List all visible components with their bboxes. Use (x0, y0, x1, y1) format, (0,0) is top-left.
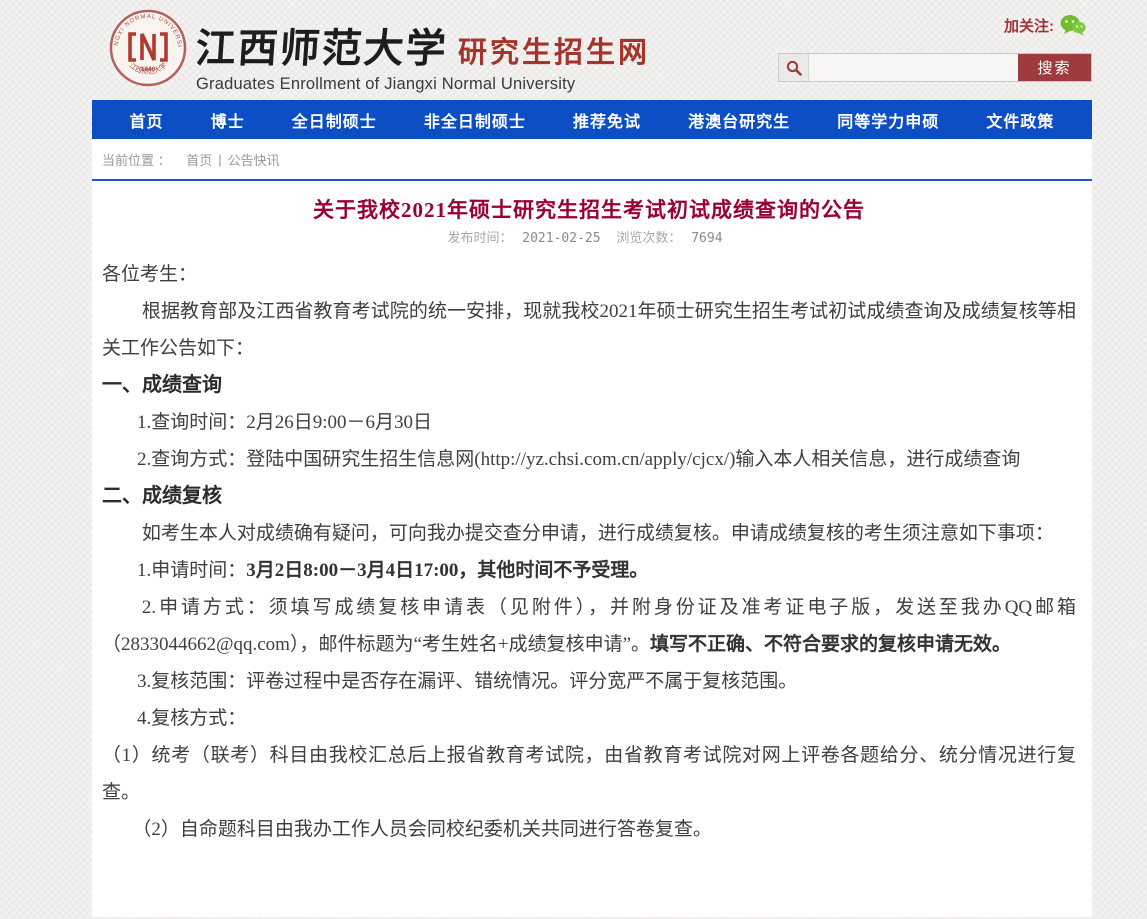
section2-item3: 3.复核范围：评卷过程中是否存在漏评、错统情况。评分宽严不属于复核范围。 (102, 663, 1076, 700)
article: 关于我校2021年硕士研究生招生考试初试成绩查询的公告 发布时间： 2021-0… (92, 181, 1092, 917)
breadcrumb-separator: | (218, 152, 221, 167)
nav-item-doctoral[interactable]: 博士 (211, 108, 245, 132)
search-icon (786, 60, 802, 76)
nav-item-home[interactable]: 首页 (130, 108, 164, 132)
page-column: JIANGXI NORMAL UNIVERSITY 1940 江西师范大学 江西… (92, 0, 1092, 917)
follow-us: 加关注: (1004, 14, 1086, 36)
section2-item2: 2.申请方式：须填写成绩复核申请表（见附件），并附身份证及准考证电子版，发送至我… (102, 589, 1076, 663)
view-count-value: 7694 (691, 231, 722, 246)
breadcrumb-label: 当前位置 ： (102, 150, 171, 169)
nav-item-policies[interactable]: 文件政策 (986, 108, 1054, 132)
university-seal-logo: JIANGXI NORMAL UNIVERSITY 1940 江西师范大学 (108, 8, 188, 88)
nav-item-hk-macao-taiwan[interactable]: 港澳台研究生 (688, 108, 790, 132)
section2-item2-bold: 填写不正确、不符合要求的复核申请无效。 (650, 634, 1011, 655)
nav-item-equivalent-degree[interactable]: 同等学力申硕 (837, 108, 939, 132)
site-header: JIANGXI NORMAL UNIVERSITY 1940 江西师范大学 江西… (92, 0, 1092, 100)
article-meta: 发布时间： 2021-02-25 浏览次数： 7694 (102, 230, 1076, 248)
search-icon-cell (779, 54, 809, 81)
search-button[interactable]: 搜索 (1018, 54, 1091, 81)
site-brand: 江西师范大学 研究生招生网 Graduates Enrollment of Ji… (196, 16, 650, 94)
paragraph-intro: 根据教育部及江西省教育考试院的统一安排，现就我校2021年硕士研究生招生考试初试… (102, 293, 1076, 367)
article-body: 各位考生： 根据教育部及江西省教育考试院的统一安排，现就我校2021年硕士研究生… (102, 256, 1076, 848)
follow-label: 加关注: (1004, 15, 1054, 36)
nav-item-parttime-masters[interactable]: 非全日制硕士 (424, 108, 526, 132)
section2-heading: 二、成绩复核 (102, 478, 1076, 515)
section2-item4: 4.复核方式： (102, 700, 1076, 737)
publish-time-label: 发布时间： (447, 231, 512, 246)
section2-intro: 如考生本人对成绩确有疑问，可向我办提交查分申请，进行成绩复核。申请成绩复核的考生… (102, 515, 1076, 552)
section2-item1-label: 1.申请时间： (137, 560, 246, 581)
section1-item2: 2.查询方式：登陆中国研究生招生信息网(http://yz.chsi.com.c… (102, 441, 1076, 478)
section2-item1-bold: 3月2日8:00－3月4日17:00，其他时间不予受理。 (246, 560, 648, 581)
nav-item-exempt-recommendation[interactable]: 推荐免试 (573, 108, 641, 132)
wechat-icon[interactable] (1060, 14, 1086, 36)
breadcrumb: 当前位置 ： 首页 | 公告快讯 (92, 139, 1092, 181)
section1-heading: 一、成绩查询 (102, 367, 1076, 404)
site-title-suffix: 研究生招生网 (458, 29, 650, 71)
breadcrumb-section-link[interactable]: 公告快讯 (228, 150, 280, 169)
article-title: 关于我校2021年硕士研究生招生考试初试成绩查询的公告 (102, 195, 1076, 225)
section2-item4-sub2: （2）自命题科目由我办工作人员会同校纪委机关共同进行答卷复查。 (102, 811, 1076, 848)
view-count-label: 浏览次数： (616, 231, 681, 246)
site-title-chinese: 江西师范大学 (194, 16, 450, 74)
publish-time-value: 2021-02-25 (522, 231, 600, 246)
site-title-english: Graduates Enrollment of Jiangxi Normal U… (196, 75, 650, 94)
section2-item4-sub1: （1）统考（联考）科目由我校汇总后上报省教育考试院，由省教育考试院对网上评卷各题… (102, 737, 1076, 811)
breadcrumb-home-link[interactable]: 首页 (186, 150, 212, 169)
search-input[interactable] (809, 54, 1018, 81)
main-navigation: 首页 博士 全日制硕士 非全日制硕士 推荐免试 港澳台研究生 同等学力申硕 文件… (92, 100, 1092, 139)
search-bar: 搜索 (778, 53, 1092, 82)
breadcrumb-spacer (177, 152, 181, 167)
nav-item-fulltime-masters[interactable]: 全日制硕士 (292, 108, 377, 132)
paragraph-greeting: 各位考生： (102, 256, 1076, 293)
section2-item1: 1.申请时间：3月2日8:00－3月4日17:00，其他时间不予受理。 (102, 552, 1076, 589)
section1-item1: 1.查询时间：2月26日9:00－6月30日 (102, 404, 1076, 441)
